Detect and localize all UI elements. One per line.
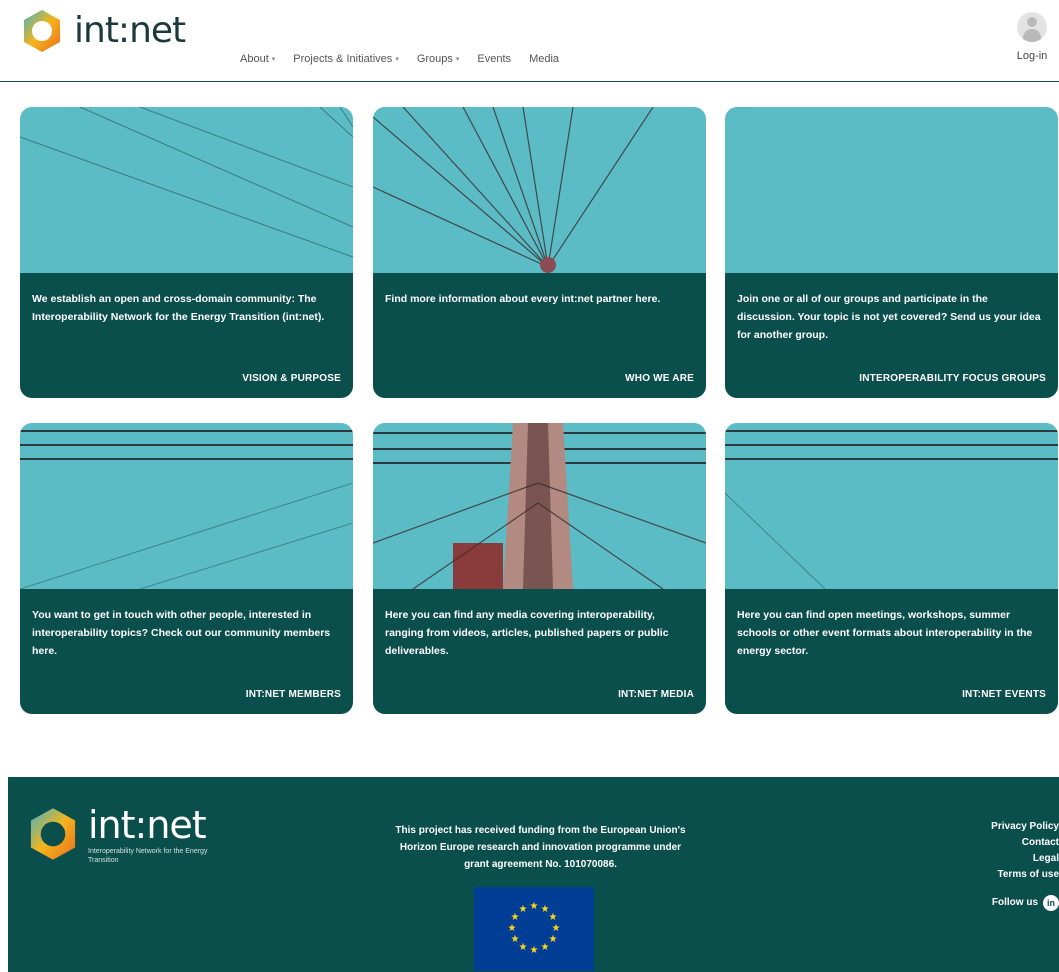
svg-text:★: ★ bbox=[549, 934, 558, 945]
card-description: Find more information about every int:ne… bbox=[385, 293, 661, 305]
card-focus-groups[interactable]: Join one or all of our groups and partic… bbox=[725, 107, 1058, 398]
card-title[interactable]: INT:NET MEMBERS bbox=[246, 689, 341, 700]
svg-text:★: ★ bbox=[541, 942, 550, 953]
contact-link[interactable]: Contact bbox=[991, 835, 1059, 851]
hexagon-logo-icon bbox=[30, 808, 76, 860]
user-avatar-icon[interactable] bbox=[1017, 12, 1047, 42]
card-title[interactable]: INT:NET MEDIA bbox=[618, 689, 694, 700]
card-image bbox=[373, 107, 706, 273]
svg-text:★: ★ bbox=[511, 934, 520, 945]
svg-text:★: ★ bbox=[519, 942, 528, 953]
card-body: Here you can find open meetings, worksho… bbox=[725, 589, 1058, 714]
svg-text:★: ★ bbox=[549, 912, 558, 923]
card-vision-purpose[interactable]: We establish an open and cross-domain co… bbox=[20, 107, 353, 398]
card-image bbox=[20, 423, 353, 589]
site-footer: int:net Interoperability Network for the… bbox=[8, 777, 1059, 972]
follow-us-label: Follow us bbox=[991, 897, 1038, 908]
card-who-we-are[interactable]: Find more information about every int:ne… bbox=[373, 107, 706, 398]
svg-text:★: ★ bbox=[552, 923, 561, 934]
site-header: int:net About ▾ Projects & Initiatives ▾… bbox=[0, 0, 1059, 82]
card-image bbox=[725, 423, 1058, 589]
card-description: Here you can find open meetings, worksho… bbox=[737, 609, 1033, 657]
svg-text:★: ★ bbox=[508, 923, 517, 934]
footer-logo-text: int:net bbox=[88, 803, 207, 847]
logo-text: int:net bbox=[74, 10, 186, 51]
eu-flag-icon: ★ ★ ★ ★ ★ ★ ★ ★ ★ ★ ★ ★ bbox=[474, 887, 594, 971]
linkedin-icon[interactable]: in bbox=[1043, 895, 1059, 911]
chevron-down-icon: ▾ bbox=[455, 56, 460, 63]
card-body: Find more information about every int:ne… bbox=[373, 273, 706, 398]
follow-us: Follow us in bbox=[991, 895, 1059, 911]
card-body: You want to get in touch with other peop… bbox=[20, 589, 353, 714]
nav-item-about[interactable]: About ▾ bbox=[240, 53, 275, 65]
privacy-policy-link[interactable]: Privacy Policy bbox=[991, 819, 1059, 835]
card-title[interactable]: INTEROPERABILITY FOCUS GROUPS bbox=[859, 373, 1046, 384]
user-menu[interactable]: Log-in bbox=[1009, 12, 1055, 62]
card-title[interactable]: INT:NET EVENTS bbox=[962, 689, 1046, 700]
card-image bbox=[373, 423, 706, 589]
chevron-down-icon: ▾ bbox=[271, 56, 276, 63]
nav-label: Groups bbox=[416, 53, 453, 65]
card-body: Here you can find any media covering int… bbox=[373, 589, 706, 714]
legal-link[interactable]: Legal bbox=[991, 851, 1059, 867]
login-link[interactable]: Log-in bbox=[1009, 50, 1055, 62]
hexagon-logo-icon bbox=[24, 10, 60, 52]
card-image bbox=[725, 107, 1058, 273]
card-description: Here you can find any media covering int… bbox=[385, 609, 669, 657]
svg-text:★: ★ bbox=[530, 945, 539, 956]
funding-statement: This project has received funding from t… bbox=[395, 825, 686, 870]
footer-links: Privacy Policy Contact Legal Terms of us… bbox=[991, 819, 1059, 911]
footer-logo-subtitle: Interoperability Network for the Energy … bbox=[88, 848, 208, 864]
card-description: We establish an open and cross-domain co… bbox=[32, 293, 325, 323]
card-image bbox=[20, 107, 353, 273]
nav-item-media[interactable]: Media bbox=[529, 53, 559, 65]
svg-text:★: ★ bbox=[530, 901, 539, 912]
card-body: Join one or all of our groups and partic… bbox=[725, 273, 1058, 398]
main-nav: About ▾ Projects & Initiatives ▾ Groups … bbox=[240, 53, 559, 65]
nav-label: About bbox=[240, 53, 269, 65]
card-body: We establish an open and cross-domain co… bbox=[20, 273, 353, 398]
terms-of-use-link[interactable]: Terms of use bbox=[991, 867, 1059, 883]
svg-text:★: ★ bbox=[519, 904, 528, 915]
logo[interactable]: int:net bbox=[20, 8, 186, 54]
card-title[interactable]: VISION & PURPOSE bbox=[242, 373, 341, 384]
footer-logo[interactable]: int:net Interoperability Network for the… bbox=[26, 805, 208, 865]
nav-label: Projects & Initiatives bbox=[293, 53, 393, 65]
card-description: You want to get in touch with other peop… bbox=[32, 609, 331, 657]
card-media[interactable]: Here you can find any media covering int… bbox=[373, 423, 706, 714]
nav-label: Events bbox=[477, 53, 512, 65]
card-title[interactable]: WHO WE ARE bbox=[625, 373, 694, 384]
chevron-down-icon: ▾ bbox=[395, 56, 399, 63]
nav-item-events[interactable]: Events bbox=[477, 53, 511, 65]
card-description: Join one or all of our groups and partic… bbox=[737, 293, 1041, 341]
nav-label: Media bbox=[529, 53, 560, 65]
card-events[interactable]: Here you can find open meetings, worksho… bbox=[725, 423, 1058, 714]
nav-item-groups[interactable]: Groups ▾ bbox=[417, 53, 460, 65]
card-members[interactable]: You want to get in touch with other peop… bbox=[20, 423, 353, 714]
nav-item-projects[interactable]: Projects & Initiatives ▾ bbox=[293, 53, 399, 65]
